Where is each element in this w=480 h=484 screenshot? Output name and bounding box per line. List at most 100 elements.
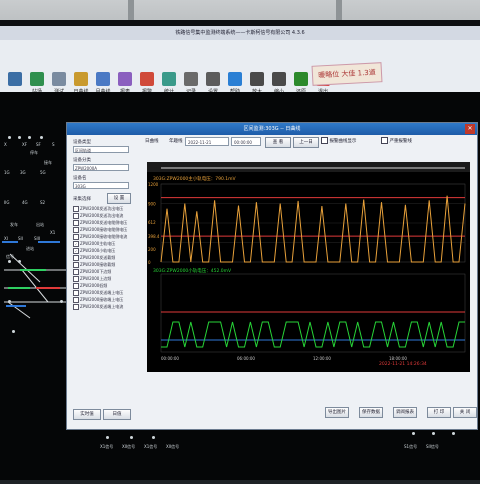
- measurement-label: ZPW2000发送载频: [80, 255, 116, 260]
- signal-label: X1信号: [144, 444, 158, 449]
- measurement-checkbox[interactable]: ZPW2000上边频: [73, 276, 111, 282]
- signal-lamp: [60, 300, 63, 303]
- left-panel: 设备类型 区间轨道 设备分类 ZPW2000A 设备名 303G 采集选择 设 …: [73, 139, 133, 429]
- signal-label: XII信号: [122, 444, 136, 449]
- x-tick-label: 18:00:00: [389, 356, 407, 361]
- signal-label: X1信号: [100, 444, 114, 449]
- schematic-label: SIII: [34, 236, 41, 241]
- measurement-checkbox[interactable]: ZPW2000下边频: [73, 269, 111, 275]
- signal-lamp: [412, 432, 415, 435]
- measurement-checkbox[interactable]: ZPW2000接收电缆侧电流: [73, 234, 127, 240]
- day-curve-label[interactable]: 日曲线: [145, 137, 159, 147]
- prev-day-button[interactable]: 上一日: [293, 137, 319, 148]
- month-curve-icon: [96, 72, 110, 86]
- measurement-label: ZPW2000发送端上电流: [80, 304, 124, 309]
- query-button[interactable]: 查 看: [265, 137, 291, 148]
- measurement-checkbox[interactable]: ZPW2000发送功出电流: [73, 213, 123, 219]
- schematic-label: XF: [22, 142, 28, 147]
- close-icon[interactable]: ✕: [465, 124, 475, 134]
- measurement-checkbox[interactable]: ZPW2000接收电缆侧电压: [73, 227, 127, 233]
- curve-chart-svg: 1200 900 612 398.4 200 0 00:00:00 06:00:00 12:00…: [147, 162, 470, 361]
- signal-lamp: [8, 136, 11, 139]
- schematic-label: 5G: [40, 170, 46, 175]
- y-tick-label: 0: [148, 260, 151, 265]
- dialog-button-0[interactable]: 导出图片: [325, 407, 349, 418]
- realtime-button[interactable]: 实时值: [73, 409, 101, 420]
- signal-label: SII信号: [426, 444, 439, 449]
- schematic-label: X: [4, 142, 7, 147]
- measurement-label: ZPW2000主轨电压: [80, 241, 116, 246]
- schematic-label: 进站: [26, 246, 34, 251]
- measurement-label: ZPW2000上边频: [80, 276, 112, 281]
- date-label: 年趣线: [169, 139, 183, 144]
- schematic-label: 接车: [44, 160, 52, 165]
- x-tick-label: 12:00:00: [313, 356, 331, 361]
- device-name-select[interactable]: 303G: [73, 182, 129, 189]
- strict-alarm-checkbox[interactable]: 严重报警线: [381, 137, 412, 147]
- window-title: 铁路信号集中监测终端系统——卡斯柯信号有限公司 4.3.6: [0, 26, 480, 40]
- dialog-title: 区间监测:303G -- 日曲线: [67, 123, 477, 135]
- measurement-label: ZPW2000发送功出电压: [80, 206, 124, 211]
- record-icon: [184, 72, 198, 86]
- chart-header: [147, 162, 470, 172]
- signal-label: XII信号: [166, 444, 180, 449]
- item-select-label: 采集选择: [73, 197, 91, 202]
- measurement-label: ZPW2000接收电缆侧电压: [80, 227, 128, 232]
- schematic-label: XI: [4, 236, 8, 241]
- measurement-checkbox[interactable]: ZPW2000接收载频: [73, 262, 115, 268]
- dialog-button-2[interactable]: 调阅报表: [393, 407, 417, 418]
- measurement-checkbox[interactable]: ZPW2000发送端上电压: [73, 290, 123, 296]
- measurement-checkbox[interactable]: ZPW2000发送端上电流: [73, 304, 123, 310]
- device-name-label: 设备名: [73, 176, 87, 181]
- measurement-label: ZPW2000接收端上电压: [80, 297, 124, 302]
- measurement-label: ZPW2000接收载频: [80, 262, 116, 267]
- measurement-checkbox[interactable]: ZPW2000低频: [73, 283, 107, 289]
- x-tick-label: 00:00:00: [161, 356, 179, 361]
- settings-icon: [206, 72, 220, 86]
- device-type-select[interactable]: 区间轨道: [73, 146, 129, 153]
- schematic-label: 发车: [10, 222, 18, 227]
- measurement-label: ZPW2000低频: [80, 283, 108, 288]
- measurement-label: ZPW2000发送端上电压: [80, 290, 124, 295]
- restore-icon: [294, 72, 308, 86]
- day-value-button[interactable]: 日值: [103, 409, 131, 420]
- alarm-curve-checkbox[interactable]: 报警曲线显示: [321, 137, 356, 147]
- date-input[interactable]: 2022-11-21: [185, 137, 229, 146]
- y-tick-label: 612: [148, 220, 156, 225]
- dialog-button-4[interactable]: 关 闭: [453, 407, 477, 418]
- lower-chart-title: 303G:ZPW2000小轨电压：452.0mV: [153, 269, 232, 274]
- schematic-label: SII: [18, 236, 23, 241]
- curve-chart: 1200 900 612 398.4 200 0 00:00:00 06:00:00 12:00…: [147, 162, 470, 372]
- device-group-label: 设备分类: [73, 158, 91, 163]
- measurement-checkbox[interactable]: ✓ ZPW2000主轨电压: [73, 241, 115, 247]
- signal-lamp: [8, 300, 11, 303]
- schematic-label: 3G: [20, 170, 26, 175]
- device-group-select[interactable]: ZPW2000A: [73, 164, 129, 171]
- measurement-checkbox[interactable]: ZPW2000发送载频: [73, 255, 115, 261]
- measurement-checkbox[interactable]: ✓ ZPW2000小轨电压: [73, 248, 115, 254]
- signal-lamp: [18, 260, 21, 263]
- schematic-label: S2: [40, 200, 46, 205]
- dialog-button-1[interactable]: 保存数据: [359, 407, 383, 418]
- dialog-button-3[interactable]: 打 印: [427, 407, 451, 418]
- sticky-note: 暖略位 大佳 1.3道: [311, 62, 383, 86]
- signal-lamp: [452, 432, 455, 435]
- logo-icon: [8, 72, 22, 86]
- main-rail-voltage-line: [160, 195, 466, 263]
- signal-lamp: [40, 136, 43, 139]
- signal-lamp: [12, 330, 15, 333]
- measurement-checkbox[interactable]: ZPW2000发送电缆侧电压: [73, 220, 127, 226]
- report-icon: [118, 72, 132, 86]
- y-tick-label: 1200: [148, 182, 159, 187]
- test-icon: [52, 72, 66, 86]
- set-button[interactable]: 设 置: [107, 193, 131, 204]
- measurement-label: ZPW2000发送电缆侧电压: [80, 220, 128, 225]
- y-tick-label: 900: [148, 202, 156, 207]
- day-curve-icon: [74, 72, 88, 86]
- measurement-checkbox[interactable]: ZPW2000接收端上电压: [73, 297, 123, 303]
- measurement-label: ZPW2000接收电缆侧电流: [80, 234, 128, 239]
- measurement-label: ZPW2000发送功出电流: [80, 213, 124, 218]
- measurement-checkbox[interactable]: ZPW2000发送功出电压: [73, 206, 123, 212]
- schematic-label: 停车: [30, 150, 38, 155]
- time-input[interactable]: 00:00:00: [231, 137, 261, 146]
